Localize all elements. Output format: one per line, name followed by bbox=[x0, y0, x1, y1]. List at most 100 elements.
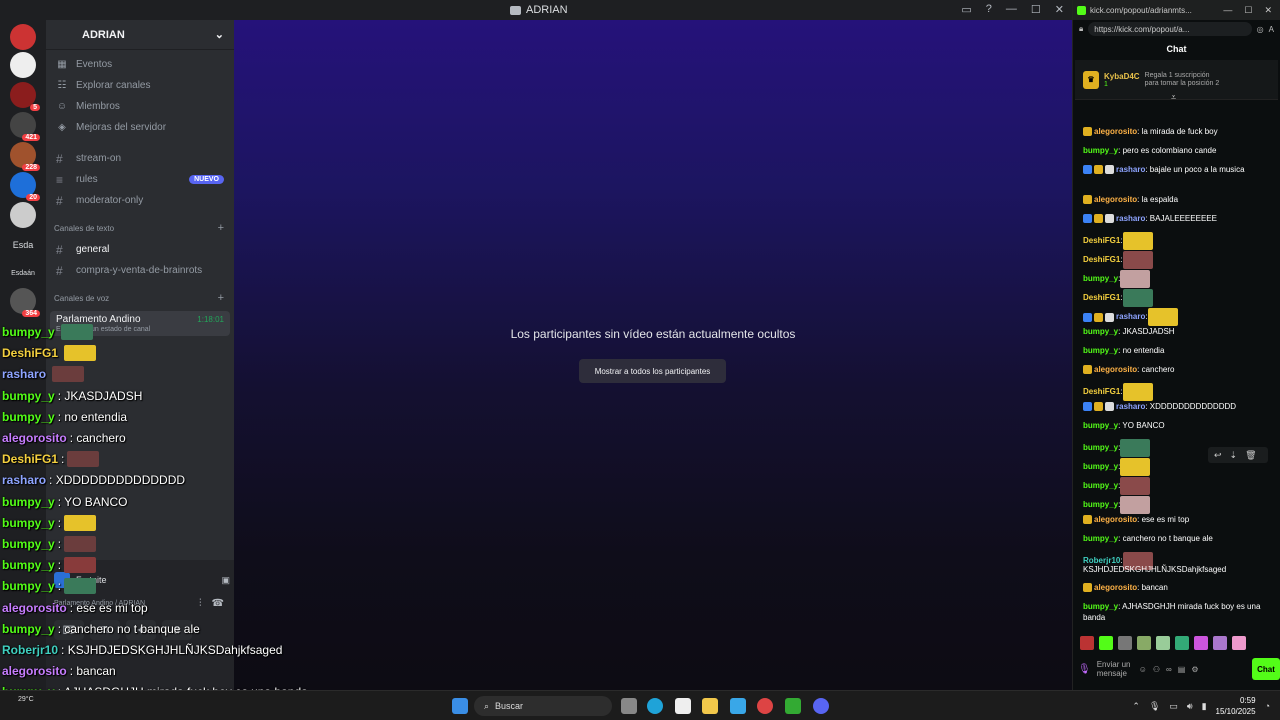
chat-username[interactable]: alegorosito bbox=[1094, 195, 1137, 204]
chat-username[interactable]: DeshiFG1 bbox=[1083, 236, 1120, 245]
chat-message[interactable]: bumpy_y: YO BANCO bbox=[1083, 420, 1269, 431]
send-chat-button[interactable]: Chat bbox=[1252, 658, 1280, 680]
battery-icon[interactable]: ▮ bbox=[1202, 701, 1207, 712]
chat-message[interactable]: bumpy_y: bbox=[1083, 477, 1269, 495]
chat-message[interactable]: alegorosito: la espalda bbox=[1083, 194, 1269, 205]
chat-username[interactable]: bumpy_y bbox=[1083, 274, 1118, 283]
server-icon[interactable]: 5 bbox=[10, 82, 40, 111]
server-icon[interactable] bbox=[10, 202, 36, 228]
inbox-icon[interactable]: ▭ bbox=[961, 3, 971, 16]
clock[interactable]: 0:59 15/10/2025 bbox=[1216, 695, 1256, 717]
store-icon[interactable]: ▤ bbox=[1178, 665, 1186, 674]
chat-username[interactable]: rasharo bbox=[1116, 312, 1145, 321]
delete-icon[interactable]: 🗑︎ bbox=[1245, 450, 1256, 461]
discord-icon[interactable] bbox=[813, 698, 829, 714]
chat-message[interactable]: alegorosito: la mirada de fuck boy bbox=[1083, 126, 1269, 137]
emoji-icon[interactable]: ☺ bbox=[1139, 665, 1147, 674]
maximize-button[interactable]: ☐ bbox=[1031, 3, 1041, 16]
chat-username[interactable]: bumpy_y bbox=[1083, 346, 1118, 355]
close-button[interactable]: ✕ bbox=[1264, 5, 1272, 16]
chat-username[interactable]: rasharo bbox=[1116, 214, 1145, 223]
chat-username[interactable]: alegorosito bbox=[1094, 515, 1137, 524]
server-label[interactable]: Esda bbox=[10, 232, 36, 258]
minimize-button[interactable]: — bbox=[1006, 3, 1017, 16]
server-icon[interactable]: 20 bbox=[10, 172, 40, 201]
chat-username[interactable]: bumpy_y bbox=[1083, 443, 1118, 452]
server-icon[interactable] bbox=[10, 52, 36, 78]
read-aloud-icon[interactable]: A bbox=[1269, 25, 1274, 34]
hide-icon[interactable]: ◎ bbox=[1257, 25, 1264, 34]
chat-message[interactable]: alegorosito: ese es mi top bbox=[1083, 514, 1269, 525]
chat-message[interactable]: DeshiFG1: bbox=[1083, 289, 1269, 307]
server-header[interactable]: ADRIAN ⌄ bbox=[46, 20, 234, 50]
chat-message[interactable]: rasharo: bajale un poco a la musica bbox=[1083, 164, 1269, 175]
emote[interactable] bbox=[1213, 636, 1227, 650]
close-button[interactable]: ✕ bbox=[1055, 3, 1064, 16]
chat-message[interactable]: alegorosito: bancan bbox=[1083, 582, 1269, 593]
chat-message[interactable]: bumpy_y: AJHASDGHJH mirada fuck boy es u… bbox=[1083, 601, 1269, 623]
chat-username[interactable]: bumpy_y bbox=[1083, 602, 1118, 611]
server-label[interactable]: Esdaán bbox=[10, 260, 36, 286]
chat-username[interactable]: bumpy_y bbox=[1083, 327, 1118, 336]
url-field[interactable]: https://kick.com/popout/a... bbox=[1088, 22, 1252, 36]
chrome-icon[interactable] bbox=[757, 698, 773, 714]
channel-general[interactable]: # general bbox=[46, 239, 234, 260]
chat-username[interactable]: bumpy_y bbox=[1083, 534, 1118, 543]
explorer-icon[interactable] bbox=[702, 698, 718, 714]
server-icon[interactable]: 421 bbox=[10, 112, 40, 141]
collapse-icon[interactable]: ⩡ bbox=[1171, 92, 1176, 103]
terminal-icon[interactable] bbox=[785, 698, 801, 714]
emote[interactable] bbox=[1080, 636, 1094, 650]
chat-username[interactable]: alegorosito bbox=[1094, 127, 1137, 136]
chat-username[interactable]: bumpy_y bbox=[1083, 500, 1118, 509]
chat-username[interactable]: alegorosito bbox=[1094, 365, 1137, 374]
chat-username[interactable]: bumpy_y bbox=[1083, 481, 1118, 490]
task-view-icon[interactable] bbox=[621, 698, 637, 714]
server-icon[interactable] bbox=[10, 24, 36, 50]
chat-username[interactable]: DeshiFG1 bbox=[1083, 255, 1120, 264]
category-text[interactable]: Canales de texto + bbox=[46, 217, 234, 239]
show-all-participants-button[interactable]: Mostrar a todos los participantes bbox=[579, 359, 726, 383]
server-icon[interactable]: 228 bbox=[10, 142, 40, 171]
server-icon[interactable]: 364 bbox=[10, 288, 40, 317]
chat-input[interactable]: Enviar un mensaje bbox=[1097, 660, 1133, 678]
chat-username[interactable]: DeshiFG1 bbox=[1083, 293, 1120, 302]
help-icon[interactable]: ? bbox=[986, 3, 992, 16]
notification-icon[interactable]: ◔ bbox=[1265, 701, 1270, 711]
emote[interactable] bbox=[1118, 636, 1132, 650]
users-icon[interactable]: ⚇ bbox=[1153, 665, 1160, 674]
chat-message[interactable]: bumpy_y: bbox=[1083, 270, 1269, 288]
nav-members[interactable]: ☺ Miembros bbox=[46, 96, 234, 117]
store-icon[interactable] bbox=[675, 698, 691, 714]
chat-username[interactable]: rasharo bbox=[1116, 402, 1145, 411]
chat-message[interactable]: DeshiFG1: bbox=[1083, 383, 1269, 401]
category-voice[interactable]: Canales de voz + bbox=[46, 287, 234, 309]
chat-message[interactable]: rasharo: bbox=[1083, 308, 1269, 326]
chat-message[interactable]: rasharo: BAJALEEEEEEEE bbox=[1083, 213, 1269, 224]
chat-message[interactable]: DeshiFG1: bbox=[1083, 251, 1269, 269]
chat-message[interactable]: bumpy_y: canchero no t banque ale bbox=[1083, 533, 1269, 544]
emote[interactable] bbox=[1175, 636, 1189, 650]
add-channel-icon[interactable]: + bbox=[218, 222, 224, 234]
chat-message[interactable]: bumpy_y: bbox=[1083, 496, 1269, 514]
add-channel-icon[interactable]: + bbox=[218, 292, 224, 304]
pin-icon[interactable]: ⇣ bbox=[1230, 450, 1238, 461]
chat-message[interactable]: KSJHDJEDSKGHJHLÑJKSDahjkfsaged bbox=[1083, 564, 1269, 575]
weather-widget[interactable]: 29°C bbox=[18, 696, 34, 703]
emote[interactable] bbox=[1194, 636, 1208, 650]
edge-icon[interactable] bbox=[647, 698, 663, 714]
nav-server-boost[interactable]: ◈ Mejoras del servidor bbox=[46, 117, 234, 138]
chat-message[interactable]: bumpy_y: pero es colombiano cande bbox=[1083, 145, 1269, 156]
app-icon[interactable] bbox=[730, 698, 746, 714]
chat-message[interactable]: DeshiFG1: bbox=[1083, 232, 1269, 250]
reply-icon[interactable]: ↩ bbox=[1214, 450, 1222, 461]
emote[interactable] bbox=[1232, 636, 1246, 650]
chat-username[interactable]: alegorosito bbox=[1094, 583, 1137, 592]
link-icon[interactable]: ∞ bbox=[1166, 665, 1172, 674]
chat-username[interactable]: bumpy_y bbox=[1083, 146, 1118, 155]
emote[interactable] bbox=[1137, 636, 1151, 650]
network-icon[interactable]: ▭ bbox=[1169, 701, 1178, 712]
emote[interactable] bbox=[1099, 636, 1113, 650]
chat-message[interactable]: bumpy_y: JKASDJADSH bbox=[1083, 326, 1269, 337]
nav-browse-channels[interactable]: ☷ Explorar canales bbox=[46, 75, 234, 96]
